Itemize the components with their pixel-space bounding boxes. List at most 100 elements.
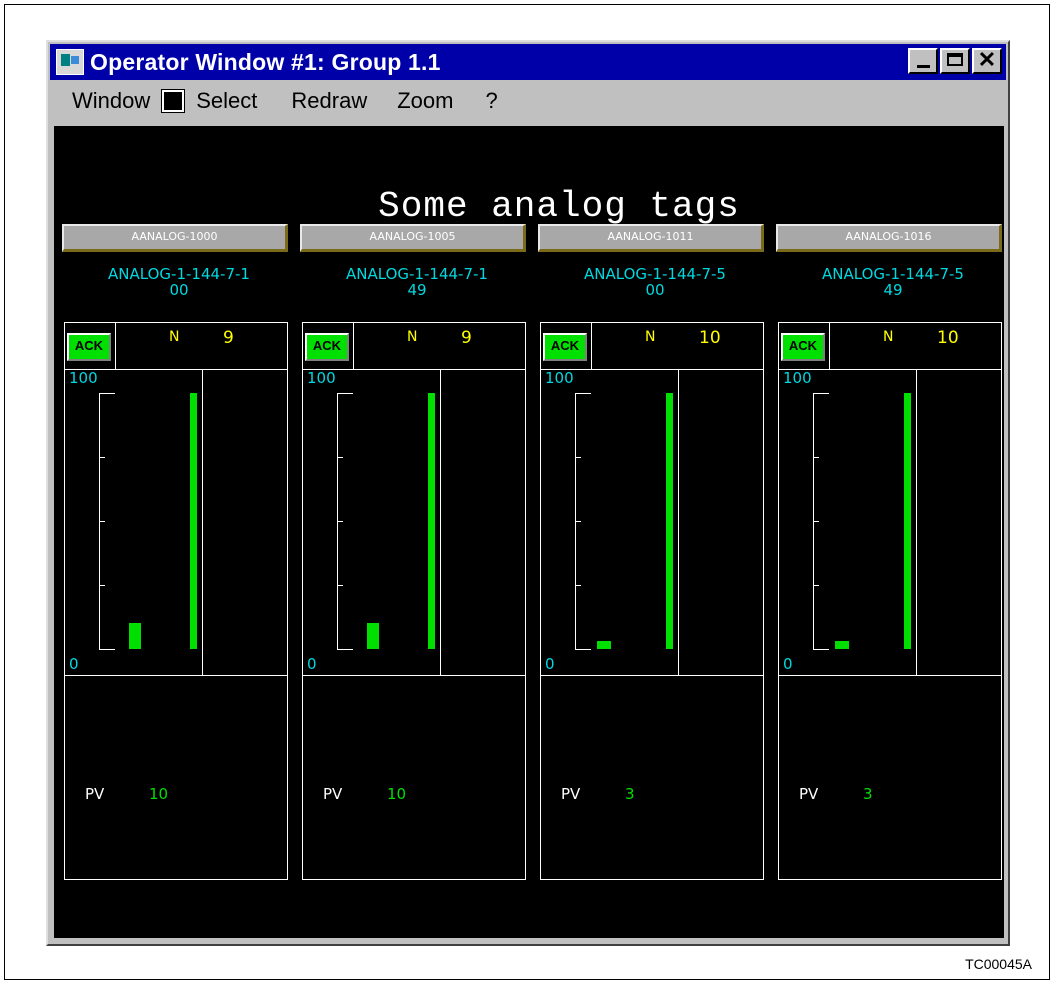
- app-icon[interactable]: [56, 49, 84, 75]
- tag-description-line2: 00: [645, 281, 665, 299]
- display-canvas: Some analog tags AANALOG-1000 ANALOG-1-14…: [54, 126, 1004, 938]
- setpoint-bar: [428, 393, 435, 649]
- window-title: Operator Window #1: Group 1.1: [90, 48, 441, 75]
- pv-label: PV: [85, 785, 105, 803]
- title-bar[interactable]: Operator Window #1: Group 1.1 ✕: [50, 44, 1006, 80]
- pv-value: 10: [149, 785, 169, 803]
- faceplate-footer: PV 3: [779, 675, 1001, 879]
- pv-bar: [597, 641, 611, 649]
- tag-panel: AANALOG-1016 ANALOG-1-144-7-5 49 ACK N 10 100 0…: [776, 224, 1012, 884]
- mode-indicator: N: [169, 329, 180, 345]
- scale-tick: [575, 649, 591, 650]
- menu-zoom[interactable]: Zoom: [397, 88, 453, 114]
- setpoint-bar: [666, 393, 673, 649]
- scale-tick: [813, 393, 829, 394]
- menu-select[interactable]: Select: [196, 88, 257, 114]
- tag-name-button[interactable]: AANALOG-1005: [300, 224, 526, 252]
- tag-description: ANALOG-1-144-7-5 49: [770, 266, 1016, 298]
- faceplate-footer: PV 10: [303, 675, 525, 879]
- ack-button[interactable]: ACK: [781, 333, 825, 361]
- scale-tick: [813, 585, 819, 586]
- pv-bar: [835, 641, 849, 649]
- color-swatch-button[interactable]: [161, 89, 186, 113]
- bargraph-divider: [678, 369, 679, 675]
- tag-description-line1: ANALOG-1-144-7-1: [108, 265, 250, 283]
- bargraph-divider: [202, 369, 203, 675]
- display-heading-text: Some analog tags: [378, 186, 740, 227]
- faceplate-header: ACK N 9: [303, 323, 525, 370]
- maximize-button[interactable]: [940, 48, 970, 74]
- tag-description-line2: 49: [407, 281, 427, 299]
- scale-high: 100: [307, 369, 336, 387]
- tag-description: ANALOG-1-144-7-1 00: [56, 266, 302, 298]
- ack-button[interactable]: ACK: [305, 333, 349, 361]
- faceplate: ACK N 9 100 0 PV 10: [64, 322, 288, 880]
- faceplate-header: ACK N 10: [779, 323, 1001, 370]
- scale-tick: [813, 457, 819, 458]
- mode-indicator: N: [407, 329, 418, 345]
- scale-tick: [99, 457, 105, 458]
- window-controls: ✕: [908, 48, 1002, 74]
- pv-bar: [129, 623, 141, 649]
- bargraph-area: 100 0: [541, 369, 763, 676]
- tag-panel: AANALOG-1011 ANALOG-1-144-7-5 00 ACK N 10 100 0…: [538, 224, 774, 884]
- close-button[interactable]: ✕: [972, 48, 1002, 74]
- menu-window[interactable]: Window: [72, 88, 150, 114]
- bargraph-divider: [440, 369, 441, 675]
- pv-value: 3: [625, 785, 635, 803]
- figure-label: TC00045A: [965, 956, 1032, 972]
- bargraph-area: 100 0: [779, 369, 1001, 676]
- tag-name-button[interactable]: AANALOG-1000: [62, 224, 288, 252]
- menu-help[interactable]: ?: [485, 88, 497, 114]
- tag-panel: AANALOG-1000 ANALOG-1-144-7-1 00 ACK N 9 100 0 P…: [62, 224, 298, 884]
- pv-value: 10: [387, 785, 407, 803]
- menu-bar: Window Select Redraw Zoom ?: [50, 82, 1006, 120]
- scale-tick: [575, 585, 581, 586]
- tag-description-line2: 49: [883, 281, 903, 299]
- setpoint-bar: [904, 393, 911, 649]
- pv-label: PV: [323, 785, 343, 803]
- scale-tick: [99, 393, 115, 394]
- header-divider: [829, 323, 830, 369]
- alarm-count: 9: [223, 328, 234, 348]
- bargraph-area: 100 0: [65, 369, 287, 676]
- menu-redraw[interactable]: Redraw: [291, 88, 367, 114]
- tag-description-line1: ANALOG-1-144-7-5: [822, 265, 964, 283]
- ack-button[interactable]: ACK: [67, 333, 111, 361]
- tag-name-button[interactable]: AANALOG-1011: [538, 224, 764, 252]
- scale-tick: [337, 521, 343, 522]
- faceplate: ACK N 10 100 0 PV 3: [778, 322, 1002, 880]
- pv-label: PV: [799, 785, 819, 803]
- scale-low: 0: [307, 655, 317, 673]
- tag-description: ANALOG-1-144-7-5 00: [532, 266, 778, 298]
- minimize-button[interactable]: [908, 48, 938, 74]
- header-divider: [353, 323, 354, 369]
- faceplate-footer: PV 10: [65, 675, 287, 879]
- tag-panel: AANALOG-1005 ANALOG-1-144-7-1 49 ACK N 9 100 0 P…: [300, 224, 536, 884]
- bargraph-divider: [916, 369, 917, 675]
- operator-window: Operator Window #1: Group 1.1 ✕ Window S…: [46, 40, 1010, 946]
- scale-tick: [99, 649, 115, 650]
- scale-tick: [575, 457, 581, 458]
- close-icon: ✕: [977, 47, 997, 72]
- scale-tick: [337, 393, 353, 394]
- faceplate-footer: PV 3: [541, 675, 763, 879]
- scale-tick: [813, 521, 819, 522]
- faceplate-header: ACK N 9: [65, 323, 287, 370]
- mode-indicator: N: [883, 329, 894, 345]
- ack-button[interactable]: ACK: [543, 333, 587, 361]
- tag-description-line1: ANALOG-1-144-7-1: [346, 265, 488, 283]
- scale-tick: [99, 585, 105, 586]
- scale-high: 100: [69, 369, 98, 387]
- scale-high: 100: [545, 369, 574, 387]
- scale-tick: [575, 393, 591, 394]
- tag-name-button[interactable]: AANALOG-1016: [776, 224, 1002, 252]
- scale-tick: [337, 649, 353, 650]
- bargraph-area: 100 0: [303, 369, 525, 676]
- faceplate-header: ACK N 10: [541, 323, 763, 370]
- alarm-count: 9: [461, 328, 472, 348]
- scale-low: 0: [545, 655, 555, 673]
- alarm-count: 10: [699, 328, 721, 348]
- scale-tick: [337, 457, 343, 458]
- scale-low: 0: [69, 655, 79, 673]
